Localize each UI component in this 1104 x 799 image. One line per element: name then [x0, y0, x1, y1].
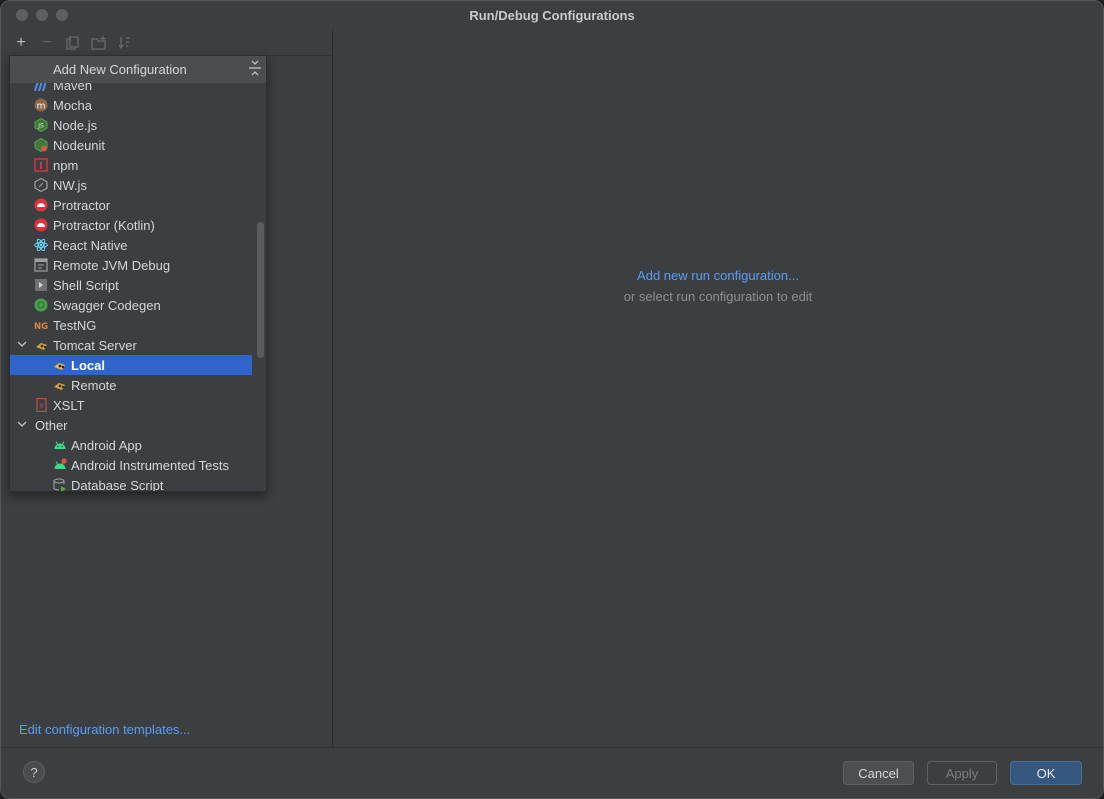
tomcat-icon [54, 383, 65, 390]
cancel-button[interactable]: Cancel [843, 761, 914, 785]
tomcat-icon [36, 343, 47, 350]
list-item-android-app[interactable]: Android App [10, 435, 252, 455]
protractor-icon [34, 198, 48, 212]
nodeunit-icon [34, 138, 48, 152]
tomcat-icon [54, 363, 65, 370]
mocha-icon: m [34, 98, 48, 112]
configurations-toolbar: + − [9, 29, 333, 56]
list-item-mocha[interactable]: m Mocha [10, 95, 252, 115]
svg-text:m: m [37, 102, 46, 112]
android-test-icon [54, 458, 67, 469]
list-item-npm[interactable]: npm [10, 155, 252, 175]
chevron-down-icon[interactable] [17, 339, 27, 349]
add-configuration-popup: Add New Configuration Maven m Mocha JS N… [9, 55, 267, 492]
list-item-tomcat-server[interactable]: Tomcat Server [10, 335, 252, 355]
sort-icon [118, 37, 130, 50]
list-item-nodejs[interactable]: JS Node.js [10, 115, 252, 135]
new-folder-button[interactable] [89, 33, 109, 53]
configuration-type-list: Maven m Mocha JS Node.js Nodeunit npm NW… [10, 83, 252, 491]
list-item-swagger-codegen[interactable]: Swagger Codegen [10, 295, 252, 315]
sort-configurations-button[interactable] [115, 33, 135, 53]
list-item-nodeunit[interactable]: Nodeunit [10, 135, 252, 155]
list-item-testng[interactable]: NG TestNG [10, 315, 252, 335]
copy-configuration-button[interactable] [63, 33, 83, 53]
help-button[interactable]: ? [23, 761, 45, 783]
pane-divider[interactable] [332, 29, 333, 747]
ok-button[interactable]: OK [1010, 761, 1082, 785]
add-new-configuration-link[interactable]: Add new run configuration... [333, 268, 1103, 283]
copy-icon [66, 36, 79, 50]
popup-scrollbar[interactable] [257, 222, 264, 358]
list-item-database-script[interactable]: Database Script [10, 475, 252, 491]
list-item-protractor[interactable]: Protractor [10, 195, 252, 215]
list-item-tomcat-local[interactable]: Local [10, 355, 252, 375]
svg-text:NG: NG [34, 322, 48, 332]
list-item-nwjs[interactable]: NW.js [10, 175, 252, 195]
add-configuration-button[interactable]: + [11, 33, 31, 53]
react-icon [34, 238, 48, 252]
window-title: Run/Debug Configurations [469, 8, 635, 23]
nwjs-icon [34, 178, 48, 192]
collapse-all-icon[interactable] [248, 59, 262, 77]
shell-script-icon [35, 279, 47, 291]
list-item-maven[interactable]: Maven [10, 83, 252, 95]
chevron-down-icon[interactable] [17, 419, 27, 429]
folder-add-icon [91, 36, 106, 50]
android-icon [54, 441, 66, 449]
apply-button[interactable]: Apply [927, 761, 997, 785]
popup-title: Add New Configuration [53, 62, 187, 77]
maven-icon [34, 83, 47, 92]
title-bar: Run/Debug Configurations [1, 1, 1103, 29]
testng-icon: NG [34, 322, 48, 332]
edit-templates-link[interactable]: Edit configuration templates... [19, 722, 190, 737]
list-item-remote-jvm-debug[interactable]: Remote JVM Debug [10, 255, 252, 275]
list-item-shell-script[interactable]: Shell Script [10, 275, 252, 295]
database-script-icon [53, 478, 66, 491]
list-item-protractor-kotlin[interactable]: Protractor (Kotlin) [10, 215, 252, 235]
nodejs-icon: JS [34, 118, 48, 132]
swagger-icon [34, 298, 48, 312]
remove-configuration-button[interactable]: − [37, 33, 57, 53]
list-item-tomcat-remote[interactable]: Remote [10, 375, 252, 395]
xslt-icon: X [36, 398, 47, 412]
svg-text:JS: JS [37, 123, 44, 130]
list-item-other[interactable]: Other [10, 415, 252, 435]
protractor-icon [34, 218, 48, 232]
npm-icon [34, 158, 48, 172]
remote-debug-icon [34, 258, 48, 272]
list-item-android-instrumented-tests[interactable]: Android Instrumented Tests [10, 455, 252, 475]
dialog-footer: ? Cancel Apply OK [1, 747, 1103, 798]
popup-header: Add New Configuration [10, 56, 266, 83]
empty-state-hint: or select run configuration to edit [623, 289, 813, 304]
list-item-xslt[interactable]: X XSLT [10, 395, 252, 415]
list-item-react-native[interactable]: React Native [10, 235, 252, 255]
svg-text:X: X [39, 403, 43, 410]
